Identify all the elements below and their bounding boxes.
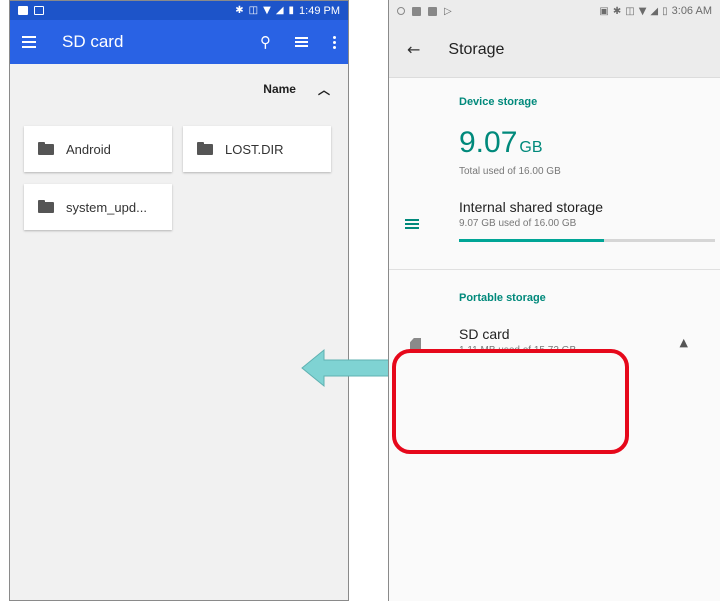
image-notification-icon xyxy=(412,6,421,16)
status-time: 1:49 PM xyxy=(299,4,340,17)
eject-icon[interactable]: ▲ xyxy=(680,336,688,349)
sort-bar[interactable]: Name ︿ xyxy=(10,64,348,114)
folder-icon xyxy=(38,199,54,213)
internal-storage-title: Internal shared storage xyxy=(459,199,603,215)
internal-storage-item[interactable]: Internal shared storage 9.07 GB used of … xyxy=(389,199,720,255)
folder-icon xyxy=(197,141,213,155)
play-store-icon: ▷ xyxy=(444,5,452,17)
folder-grid: Android LOST.DIR system_upd... xyxy=(10,114,348,242)
page-title: SD card xyxy=(62,32,124,51)
status-time: 3:06 AM xyxy=(671,5,712,17)
signal-icon: ◢ xyxy=(650,5,659,17)
sd-notification-icon xyxy=(428,6,437,16)
wifi-icon: ▼ xyxy=(263,5,271,16)
sync-icon xyxy=(397,7,405,15)
used-number: 9.07 xyxy=(459,126,518,159)
folder-tile[interactable]: Android xyxy=(24,126,172,172)
folder-name: LOST.DIR xyxy=(225,141,284,157)
wifi-icon: ▼ xyxy=(638,5,647,17)
highlight-box xyxy=(392,349,629,454)
status-bar: ✱ ◫ ▼ ◢ ▮ 1:49 PM xyxy=(10,1,348,20)
progress-fill xyxy=(459,239,605,242)
internal-storage-progress xyxy=(459,239,715,242)
menu-icon[interactable] xyxy=(22,36,36,48)
signal-icon: ◢ xyxy=(275,5,284,16)
notification-icon xyxy=(18,6,28,15)
total-used-text: Total used of 16.00 GB xyxy=(459,166,561,177)
folder-name: Android xyxy=(66,141,111,157)
storage-list-icon xyxy=(405,219,419,229)
vibrate-icon: ◫ xyxy=(248,5,259,16)
sort-ascending-icon[interactable]: ︿ xyxy=(318,81,330,98)
search-icon[interactable]: ⚲ xyxy=(260,33,271,51)
folder-icon xyxy=(38,141,54,155)
bluetooth-icon: ✱ xyxy=(235,5,244,16)
back-arrow-icon[interactable]: ← xyxy=(407,40,420,59)
folder-name: system_upd... xyxy=(66,199,147,215)
folder-tile[interactable]: LOST.DIR xyxy=(183,126,331,172)
app-bar: SD card ⚲ xyxy=(10,20,348,64)
list-view-icon[interactable] xyxy=(295,37,308,47)
used-storage-value: 9.07 GB xyxy=(389,126,720,160)
nfc-icon: ▣ xyxy=(599,5,609,17)
sort-label[interactable]: Name xyxy=(263,82,296,96)
status-bar: ▷ ▣ ✱ ◫ ▼ ◢ ▯ 3:06 AM xyxy=(389,0,720,22)
storage-settings-screen: ▷ ▣ ✱ ◫ ▼ ◢ ▯ 3:06 AM ← Storage Device s… xyxy=(388,0,720,601)
device-storage-header: Device storage xyxy=(459,96,538,108)
battery-icon: ▯ xyxy=(662,5,668,17)
battery-icon: ▮ xyxy=(288,5,295,16)
more-vert-icon[interactable] xyxy=(332,35,336,49)
divider xyxy=(389,269,720,270)
vibrate-icon: ◫ xyxy=(625,5,635,17)
file-browser-screen: ✱ ◫ ▼ ◢ ▮ 1:49 PM SD card ⚲ Name ︿ Andro… xyxy=(9,0,349,601)
bluetooth-icon: ✱ xyxy=(612,5,622,17)
page-title: Storage xyxy=(448,40,505,58)
internal-storage-subtitle: 9.07 GB used of 16.00 GB xyxy=(459,218,577,229)
image-notification-icon xyxy=(34,6,44,15)
used-unit: GB xyxy=(519,139,543,156)
folder-tile[interactable]: system_upd... xyxy=(24,184,172,230)
portable-storage-header: Portable storage xyxy=(459,292,546,304)
left-arrow-annotation xyxy=(301,348,395,388)
app-bar: ← Storage xyxy=(389,22,720,78)
